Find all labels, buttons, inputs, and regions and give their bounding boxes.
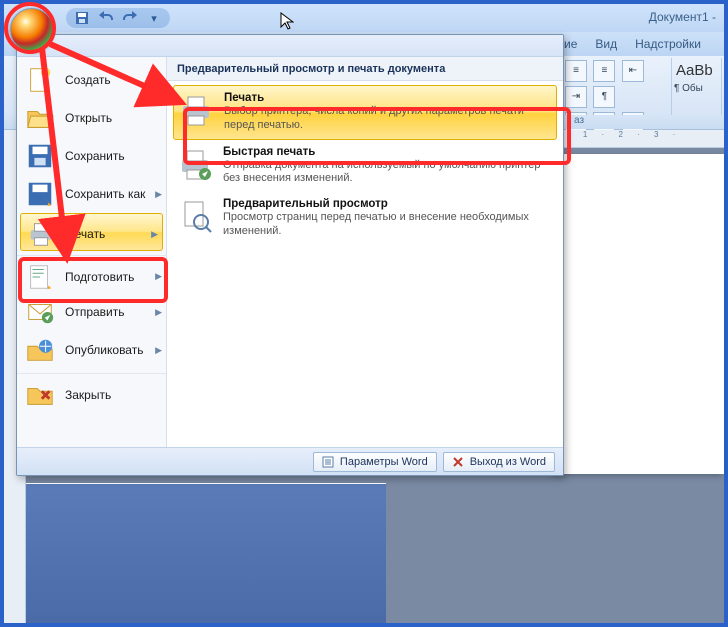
document-page[interactable] (554, 154, 724, 474)
submenu-item-title: Предварительный просмотр (223, 198, 553, 210)
qat-more-icon[interactable]: ▾ (146, 10, 162, 26)
decrease-indent-icon[interactable]: ⇤ (622, 60, 644, 82)
annotation-circle (4, 2, 56, 54)
menu-top-bar (17, 35, 563, 57)
save-as-icon (25, 179, 55, 209)
undo-icon[interactable] (98, 10, 114, 26)
menu-item-label: Сохранить (65, 149, 125, 163)
tab-partial[interactable]: ие (564, 37, 577, 51)
menu-item-label: Открыть (65, 111, 112, 125)
publish-icon (25, 335, 55, 365)
list-bullets-icon[interactable]: ≡ (565, 60, 587, 82)
ribbon-group-styles: AaBb ¶ Обы (674, 58, 722, 118)
exit-icon (452, 456, 464, 468)
chevron-right-icon: ▶ (155, 189, 162, 200)
chevron-right-icon: ▶ (155, 345, 162, 356)
quick-access-toolbar: ▾ (66, 8, 170, 28)
menu-item-label: Опубликовать (65, 343, 143, 357)
submenu-item-title: Печать (224, 92, 552, 104)
menu-item-new[interactable]: Создать (17, 61, 166, 99)
title-bar: ▾ Документ1 - (4, 4, 724, 32)
list-numbers-icon[interactable]: ≡ (593, 60, 615, 82)
save-icon (25, 141, 55, 171)
submenu-header: Предварительный просмотр и печать докуме… (167, 57, 563, 81)
submenu-item-desc: Просмотр страниц перед печатью и внесени… (223, 211, 553, 239)
menu-item-label: Закрыть (65, 388, 111, 402)
menu-item-save-as[interactable]: Сохранить как ▶ (17, 175, 166, 213)
mouse-cursor-icon (280, 12, 294, 35)
menu-item-open[interactable]: Открыть (17, 99, 166, 137)
menu-item-save[interactable]: Сохранить (17, 137, 166, 175)
button-label: Выход из Word (470, 456, 546, 468)
chevron-right-icon: ▶ (151, 229, 158, 240)
save-icon[interactable] (74, 10, 90, 26)
close-icon (25, 380, 55, 410)
new-icon (25, 65, 55, 95)
submenu-item-print-preview[interactable]: Предварительный просмотр Просмотр страни… (173, 192, 557, 245)
print-icon (26, 219, 56, 249)
office-menu: Создать Открыть Сохранить Сохранить как … (16, 34, 564, 476)
style-sample-sub: ¶ Обы (674, 83, 721, 94)
show-marks-icon[interactable]: ¶ (593, 86, 615, 108)
menu-item-close[interactable]: Закрыть (17, 373, 166, 411)
document-title: Документ1 - (649, 10, 716, 24)
exit-word-button[interactable]: Выход из Word (443, 452, 555, 472)
print-preview-icon (177, 198, 213, 234)
button-label: Параметры Word (340, 456, 428, 468)
menu-item-publish[interactable]: Опубликовать ▶ (17, 331, 166, 369)
annotation-highlight-print-menu (18, 257, 168, 303)
word-options-button[interactable]: Параметры Word (313, 452, 437, 472)
menu-left-column: Создать Открыть Сохранить Сохранить как … (17, 57, 167, 447)
menu-item-label: Отправить (65, 305, 125, 319)
redo-icon[interactable] (122, 10, 138, 26)
increase-indent-icon[interactable]: ⇥ (565, 86, 587, 108)
menu-item-label: Печать (66, 227, 105, 241)
tab-view[interactable]: Вид (595, 37, 617, 51)
options-icon (322, 456, 334, 468)
menu-item-label: Создать (65, 73, 111, 87)
print-layout-strip (26, 483, 386, 623)
app-window: ▾ Документ1 - ие Вид Надстройки ≡ ≡ ⇤ ⇥ … (4, 4, 724, 623)
style-sample[interactable]: AaBb (674, 58, 721, 83)
tab-addins[interactable]: Надстройки (635, 37, 701, 51)
chevron-right-icon: ▶ (155, 307, 162, 318)
menu-item-label: Сохранить как (65, 187, 145, 201)
ribbon-group-paragraph: ≡ ≡ ⇤ ⇥ ¶ ≡ ≡ ≡ ≡ (564, 58, 672, 118)
open-icon (25, 103, 55, 133)
menu-item-print[interactable]: Печать ▶ (20, 213, 163, 251)
menu-bottom-bar: Параметры Word Выход из Word (17, 447, 563, 475)
annotation-highlight-print (183, 107, 571, 165)
